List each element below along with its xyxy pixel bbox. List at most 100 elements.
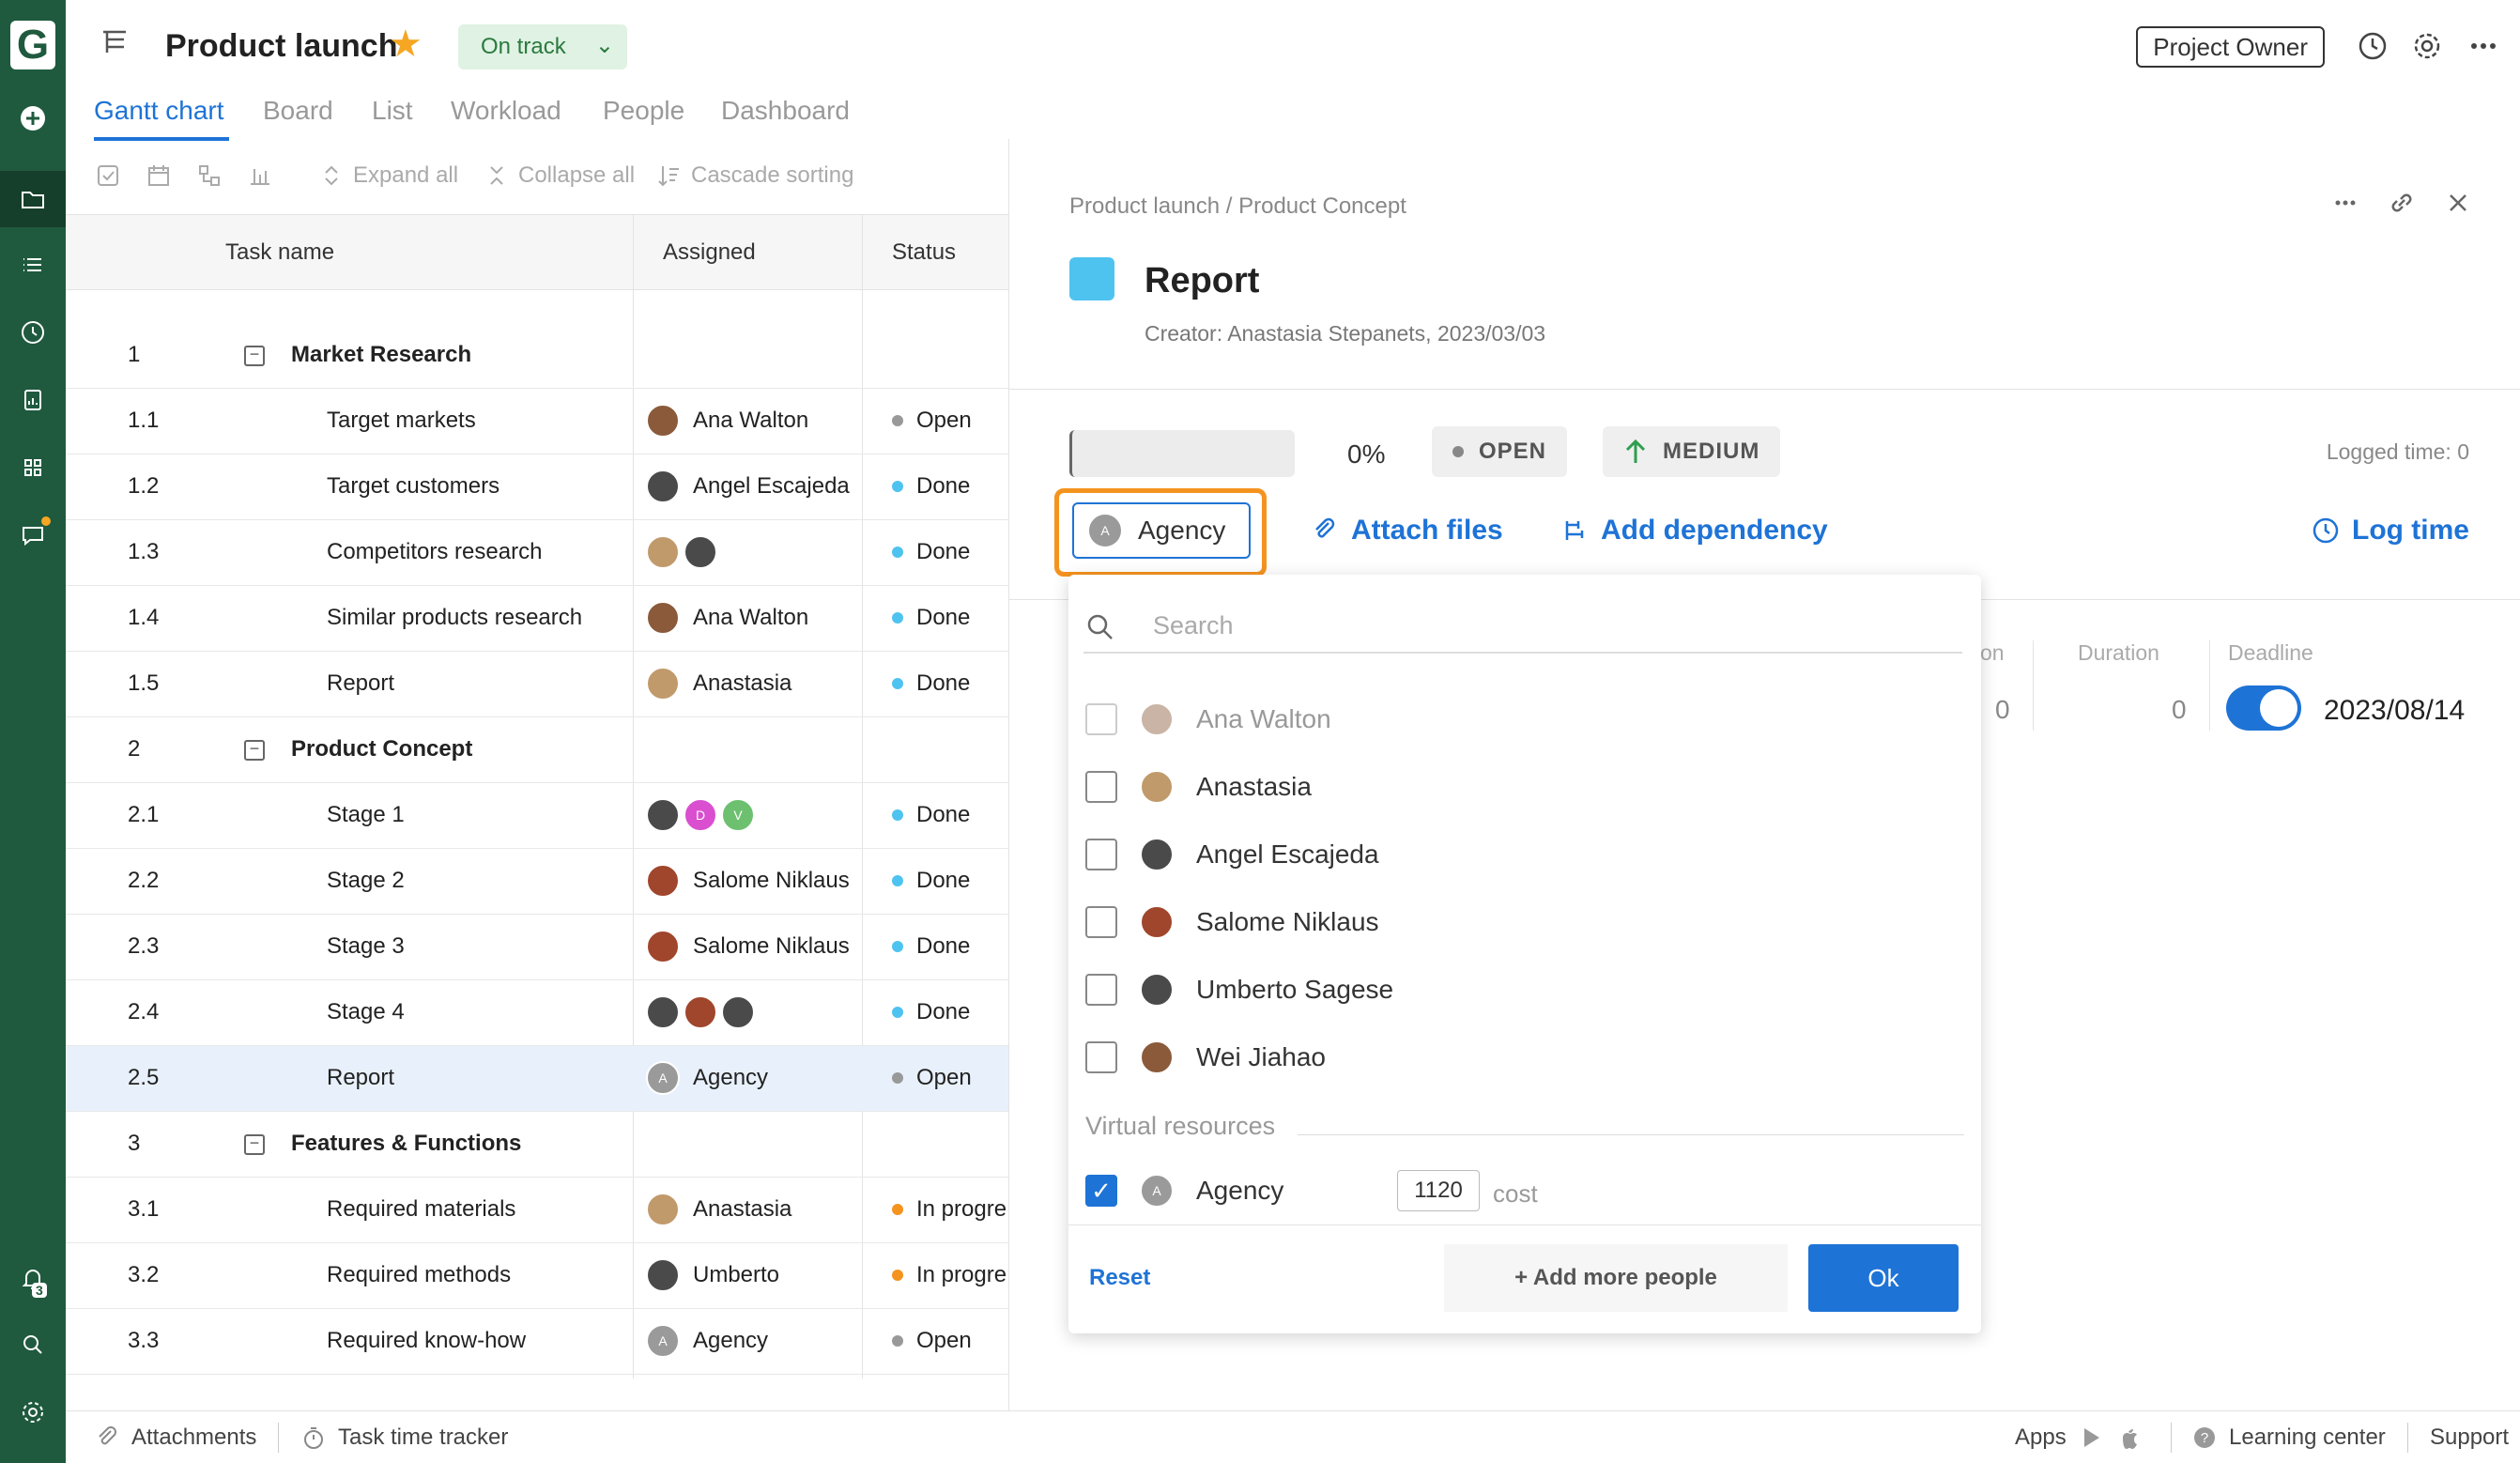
task-name[interactable]: Stage 4 (327, 999, 405, 1025)
task-row[interactable]: 3.2 Required methods Umberto In progre (66, 1243, 1008, 1309)
tab-dashboard[interactable]: Dashboard (721, 96, 850, 126)
task-row[interactable]: 1.5 Report Anastasia Done (66, 652, 1008, 717)
task-title[interactable]: Report (1145, 261, 1259, 301)
tab-workload[interactable]: Workload (451, 96, 561, 126)
apple-icon[interactable] (2115, 1424, 2142, 1451)
settings-gear-icon[interactable] (0, 1384, 66, 1440)
search-input[interactable] (1153, 607, 1885, 644)
apps-grid-icon[interactable] (0, 439, 66, 496)
assignee-cell[interactable]: Salome Niklaus (646, 930, 850, 963)
task-color-swatch[interactable] (1069, 257, 1114, 300)
task-row[interactable]: 3.1 Required materials Anastasia In progre (66, 1178, 1008, 1243)
progress-bar[interactable] (1069, 430, 1295, 477)
task-row[interactable]: 2.1 Stage 1 D V Done (66, 783, 1008, 849)
assignee-cell[interactable]: A Agency (646, 1061, 768, 1095)
task-name[interactable]: Similar products research (327, 605, 582, 631)
task-row[interactable]: 1.1 Target markets Ana Walton Open (66, 389, 1008, 454)
collapse-toggle-icon[interactable]: − (244, 740, 265, 761)
assignee-cell[interactable]: Angel Escajeda (646, 470, 850, 503)
status-cell[interactable]: Done (892, 605, 970, 631)
assignee-option[interactable]: Wei Jiahao (1085, 1029, 1326, 1086)
option-checkbox[interactable] (1085, 771, 1117, 803)
calendar-icon[interactable] (145, 162, 173, 190)
add-dependency-button[interactable]: Add dependency (1560, 515, 1828, 547)
status-cell[interactable]: In progre (892, 1196, 1006, 1223)
status-cell[interactable]: In progre (892, 1262, 1006, 1288)
status-cell[interactable]: Done (892, 539, 970, 565)
task-row[interactable]: 2.5 Report A Agency Open (66, 1046, 1008, 1112)
settings-icon[interactable] (2409, 28, 2445, 64)
assignee-cell[interactable]: Anastasia (646, 1193, 791, 1226)
app-logo[interactable]: G (0, 8, 66, 83)
task-row[interactable]: 3.3 Required know-how A Agency Open (66, 1309, 1008, 1375)
status-cell[interactable]: Done (892, 868, 970, 894)
assignee-cell[interactable]: Salome Niklaus (646, 864, 850, 898)
hierarchy-icon[interactable] (195, 162, 223, 190)
log-time-button[interactable]: Log time (2311, 515, 2469, 547)
task-time-tracker-button[interactable]: Task time tracker (300, 1424, 508, 1451)
task-name[interactable]: Required methods (327, 1262, 511, 1288)
task-name[interactable]: Product Concept (291, 736, 472, 762)
assignee-option[interactable]: Anastasia (1085, 759, 1312, 815)
assignee-option[interactable]: Ana Walton (1085, 691, 1331, 747)
task-name[interactable]: Competitors research (327, 539, 542, 565)
history-icon[interactable] (2355, 28, 2390, 64)
task-name[interactable]: Target customers (327, 473, 499, 500)
assignee-cell[interactable]: Ana Walton (646, 601, 808, 635)
list-icon[interactable] (0, 237, 66, 293)
tab-gantt-chart[interactable]: Gantt chart (94, 96, 224, 126)
assignee-option[interactable]: Umberto Sagese (1085, 962, 1393, 1018)
add-more-people-button[interactable]: + Add more people (1444, 1244, 1788, 1312)
status-chip[interactable]: OPEN (1432, 426, 1568, 477)
duration-value[interactable]: 0 (2172, 695, 2187, 725)
select-checkbox-icon[interactable] (94, 162, 122, 190)
task-row[interactable]: 3.4Required teamOpen (66, 1375, 1008, 1378)
close-icon[interactable] (2443, 188, 2473, 218)
search-icon[interactable] (0, 1317, 66, 1373)
task-name[interactable]: Stage 1 (327, 802, 405, 828)
add-icon[interactable] (0, 90, 66, 146)
more-icon[interactable] (2330, 188, 2360, 218)
task-row[interactable]: 2.4 Stage 4 Done (66, 980, 1008, 1046)
status-cell[interactable]: Done (892, 670, 970, 697)
col-status[interactable]: Status (892, 239, 956, 266)
group-row[interactable]: 2 − Product Concept (66, 717, 1008, 783)
project-role-button[interactable]: Project Owner (2136, 26, 2325, 68)
col-assigned[interactable]: Assigned (663, 239, 756, 266)
assignee-cell[interactable]: Umberto (646, 1258, 779, 1292)
cost-input[interactable]: 1120 (1397, 1170, 1480, 1211)
status-cell[interactable]: Open (892, 408, 972, 434)
assignee-button[interactable]: A Agency (1072, 502, 1251, 559)
task-row[interactable]: 1.4 Similar products research Ana Walton Do… (66, 586, 1008, 652)
virtual-resource-option[interactable]: ✓ A Agency (1085, 1163, 1283, 1219)
status-cell[interactable]: Done (892, 933, 970, 960)
group-row[interactable]: 1 − Market Research (66, 323, 1008, 389)
reset-button[interactable]: Reset (1089, 1265, 1150, 1291)
chat-icon[interactable] (0, 507, 66, 563)
task-name[interactable]: Report (327, 670, 394, 697)
col-task-name[interactable]: Task name (225, 239, 334, 266)
option-checkbox[interactable] (1085, 1041, 1117, 1073)
option-checkbox-checked[interactable]: ✓ (1085, 1175, 1117, 1207)
task-row[interactable]: 2.3 Stage 3 Salome Niklaus Done (66, 915, 1008, 980)
expand-all-button[interactable]: Expand all (317, 162, 458, 190)
deadline-value[interactable]: 2023/08/14 (2324, 695, 2465, 727)
google-play-icon[interactable] (2078, 1424, 2104, 1451)
breadcrumb[interactable]: Product launch / Product Concept (1069, 193, 1406, 220)
status-cell[interactable]: Open (892, 1065, 972, 1091)
task-name[interactable]: Report (327, 1065, 394, 1091)
option-checkbox[interactable] (1085, 703, 1117, 735)
group-row[interactable]: 3 − Features & Functions (66, 1112, 1008, 1178)
status-cell[interactable]: Done (892, 802, 970, 828)
project-status-dropdown[interactable]: On track ⌄ (458, 24, 627, 69)
assignee-cell[interactable]: Anastasia (646, 667, 791, 701)
reports-icon[interactable] (0, 372, 66, 428)
assignee-option[interactable]: Salome Niklaus (1085, 894, 1379, 950)
option-checkbox[interactable] (1085, 906, 1117, 938)
status-cell[interactable]: Open (892, 1328, 972, 1354)
assignee-cell[interactable] (646, 535, 717, 569)
priority-chip[interactable]: MEDIUM (1603, 426, 1781, 477)
task-row[interactable]: 1.3 Competitors research Done (66, 520, 1008, 586)
assignee-cell[interactable]: DV (646, 798, 755, 832)
collapse-toggle-icon[interactable]: − (244, 346, 265, 366)
